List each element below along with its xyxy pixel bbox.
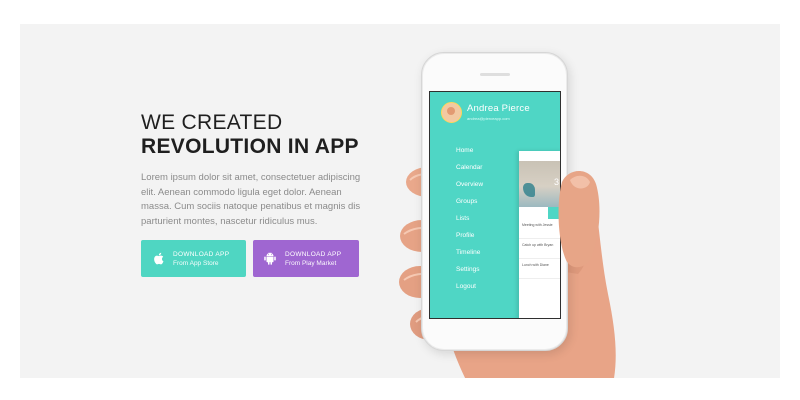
profile-avatar[interactable] — [441, 102, 462, 123]
play-market-button-subtitle: From Play Market — [285, 259, 337, 267]
menu-item-home[interactable]: Home — [456, 145, 483, 162]
menu-item-calendar[interactable]: Calendar — [456, 162, 483, 179]
menu-item-settings[interactable]: Settings — [456, 264, 483, 281]
phone-mockup: Andrea Pierce andrea@pierceapp.com Home … — [421, 52, 568, 351]
play-market-button-title: DOWNLOAD APP — [285, 250, 342, 258]
panel-header — [519, 151, 560, 161]
menu-item-groups[interactable]: Groups — [456, 196, 483, 213]
download-app-store-button[interactable]: DOWNLOAD APP From App Store — [141, 240, 246, 277]
phone-screen: Andrea Pierce andrea@pierceapp.com Home … — [429, 91, 561, 319]
menu-item-logout[interactable]: Logout — [456, 281, 483, 298]
app-store-button-title: DOWNLOAD APP — [173, 250, 230, 258]
profile-name: Andrea Pierce — [467, 103, 530, 114]
hero-section: WE CREATED REVOLUTION IN APP Lorem ipsum… — [20, 24, 780, 378]
apple-icon — [145, 252, 171, 265]
menu-item-profile[interactable]: Profile — [456, 230, 483, 247]
menu-item-timeline[interactable]: Timeline — [456, 247, 483, 264]
profile-email: andrea@pierceapp.com — [467, 116, 510, 121]
side-menu: Home Calendar Overview Groups Lists Prof… — [456, 145, 483, 298]
play-market-button-text: DOWNLOAD APP From Play Market — [285, 250, 341, 268]
app-store-button-text: DOWNLOAD APP From App Store — [173, 250, 229, 268]
phone-speaker — [480, 73, 510, 76]
date-cell[interactable] — [519, 207, 534, 219]
headline-line-1: WE CREATED — [141, 111, 283, 134]
date-cell[interactable] — [534, 207, 549, 219]
menu-item-lists[interactable]: Lists — [456, 213, 483, 230]
download-play-market-button[interactable]: DOWNLOAD APP From Play Market — [253, 240, 359, 277]
app-store-button-subtitle: From App Store — [173, 259, 219, 267]
headline-line-2: REVOLUTION IN APP — [141, 135, 359, 158]
hero-description: Lorem ipsum dolor sit amet, consectetuer… — [141, 172, 361, 227]
android-icon — [257, 252, 283, 265]
thumb-illustration — [558, 171, 600, 268]
menu-item-overview[interactable]: Overview — [456, 179, 483, 196]
